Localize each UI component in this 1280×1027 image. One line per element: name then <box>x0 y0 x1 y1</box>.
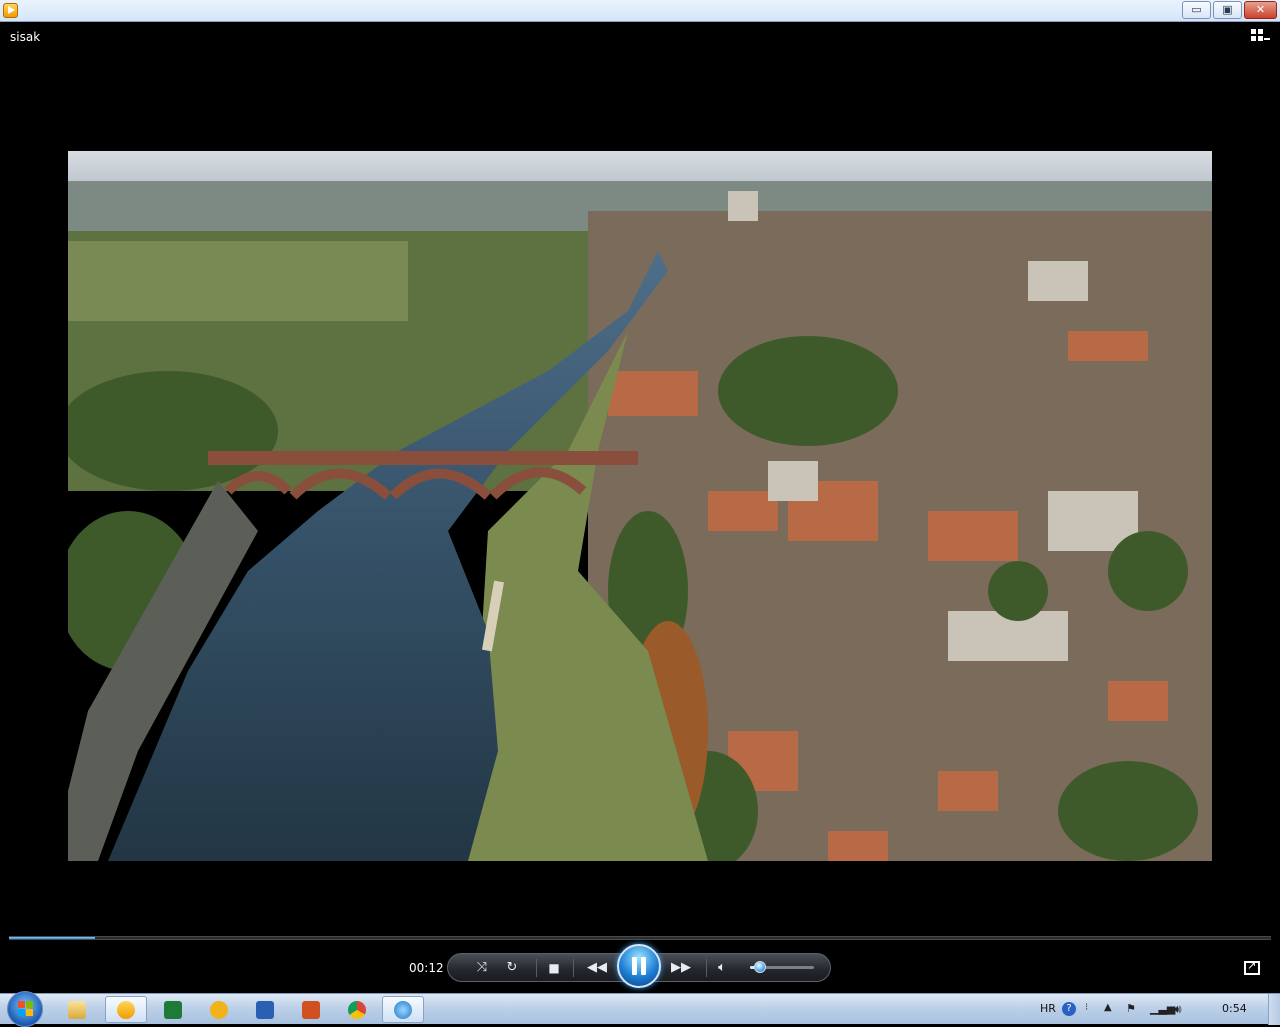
internet-explorer-icon <box>394 1000 412 1019</box>
repeat-icon[interactable]: ↻ <box>500 956 524 979</box>
taskbar: HR ? ⁝ ▲ ⚑ ▁▃▅ 🔊︎ 0:54 <box>0 991 1280 1027</box>
action-center-flag-icon[interactable]: ⚑ <box>1126 1002 1140 1016</box>
clock-app-icon <box>210 1000 228 1019</box>
powerpoint-icon <box>302 1000 320 1019</box>
volume-slider-thumb[interactable] <box>754 961 766 973</box>
word-icon <box>256 1000 274 1019</box>
full-screen-icon[interactable] <box>1244 959 1260 975</box>
keyboard-options-icon[interactable]: ⁝ <box>1085 1002 1099 1016</box>
show-hidden-icons-icon[interactable]: ▲ <box>1104 1002 1118 1016</box>
seek-bar[interactable] <box>9 936 1271 940</box>
folder-icon <box>68 1000 86 1019</box>
now-playing-title: sisak <box>10 30 41 44</box>
minimize-button[interactable]: ▭ <box>1182 1 1211 19</box>
switch-to-library-icon[interactable] <box>1251 29 1270 46</box>
taskbar-internet-explorer[interactable] <box>382 996 424 1023</box>
taskbar-word[interactable] <box>244 996 286 1023</box>
taskbar-media-player[interactable] <box>105 996 147 1023</box>
windows-logo-icon <box>18 1001 34 1017</box>
windows-media-player-icon <box>3 3 18 18</box>
stop-button[interactable]: ■ <box>544 956 564 979</box>
elapsed-time: 00:12 <box>409 961 444 975</box>
windows-media-player-icon <box>117 1000 135 1019</box>
close-button[interactable]: ✕ <box>1244 1 1277 19</box>
taskbar-file-explorer[interactable] <box>56 996 98 1023</box>
volume-icon[interactable]: 🔊︎ <box>1174 1002 1188 1016</box>
taskbar-clock-app[interactable] <box>198 996 240 1023</box>
taskbar-powerpoint[interactable] <box>290 996 332 1023</box>
seek-progress <box>9 937 95 939</box>
restore-button[interactable]: ▣ <box>1213 1 1242 19</box>
start-button[interactable] <box>7 991 43 1027</box>
chrome-icon <box>348 1000 366 1019</box>
help-icon[interactable]: ? <box>1062 1002 1076 1016</box>
excel-icon <box>164 1000 182 1019</box>
shuffle-icon[interactable]: ⤨ <box>470 956 494 979</box>
taskbar-chrome[interactable] <box>336 996 378 1023</box>
system-clock[interactable]: 0:54 <box>1222 1002 1247 1015</box>
next-button[interactable]: ▶▶ <box>666 956 696 979</box>
language-indicator[interactable]: HR <box>1040 1002 1056 1015</box>
window-title-bar[interactable]: ▭ ▣ ✕ <box>0 0 1280 22</box>
aerial-city-river-image <box>68 151 1212 861</box>
previous-button[interactable]: ◀◀ <box>582 956 612 979</box>
network-icon[interactable]: ▁▃▅ <box>1150 1002 1175 1016</box>
video-frame[interactable] <box>68 151 1212 861</box>
show-desktop-button[interactable] <box>1268 994 1280 1025</box>
mute-speaker-icon[interactable]: 🔈︎ <box>712 956 732 979</box>
taskbar-excel[interactable] <box>152 996 194 1023</box>
pause-button[interactable] <box>617 944 661 988</box>
